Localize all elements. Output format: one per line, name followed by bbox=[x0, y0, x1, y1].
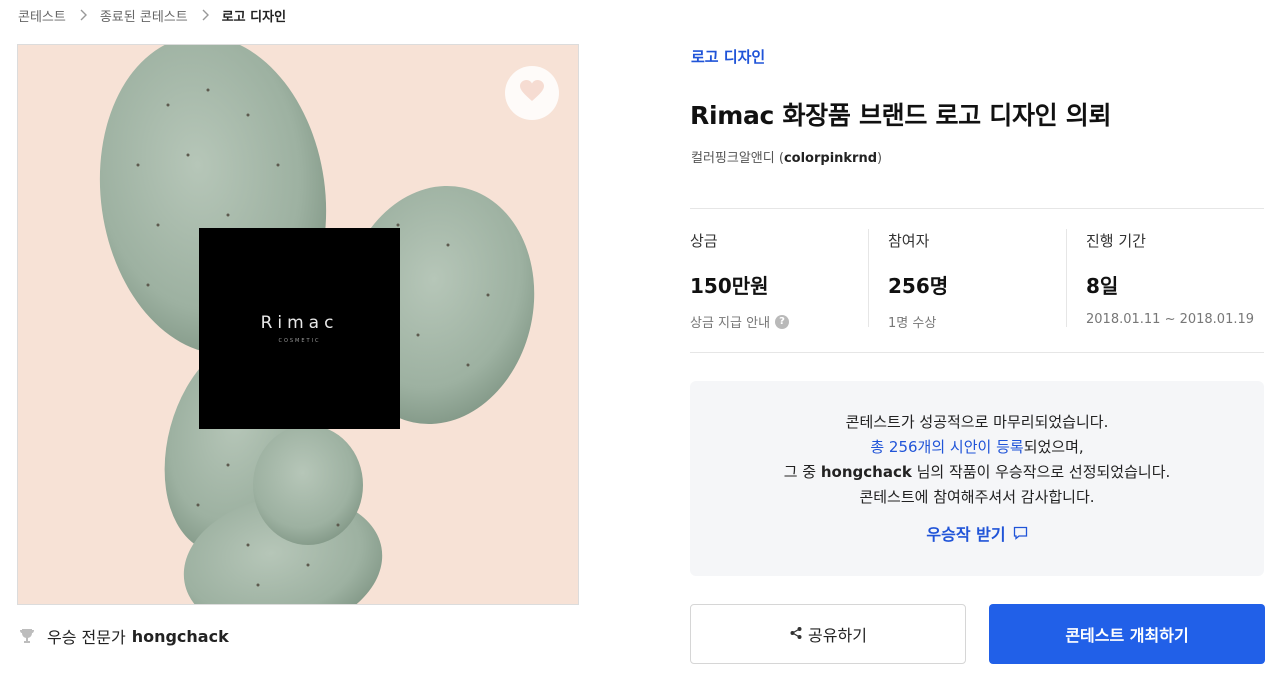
stat-sub-label: 1명 수상 bbox=[888, 316, 937, 331]
stat-value: 8일 bbox=[1086, 274, 1119, 298]
notice-line-2-rest: 되었으며, bbox=[1023, 438, 1084, 456]
entries-link[interactable]: 총 256개의 시안이 등록 bbox=[870, 438, 1023, 456]
breadcrumb: 콘테스트 종료된 콘테스트 로고 디자인 bbox=[18, 6, 286, 25]
notice-line-2: 총 256개의 시안이 등록되었으며, bbox=[690, 435, 1264, 460]
chevron-right-icon bbox=[66, 9, 100, 21]
stat-period: 진행 기간 8일 2018.01.11 ~ 2018.01.19 bbox=[1066, 209, 1264, 352]
host-contest-button[interactable]: 콘테스트 개최하기 bbox=[989, 604, 1265, 664]
stat-label: 상금 bbox=[690, 232, 718, 250]
winner-name[interactable]: hongchack bbox=[132, 627, 229, 646]
host-id-close: ) bbox=[877, 151, 883, 166]
stat-prize: 상금 150만원 상금 지급 안내 ? bbox=[690, 209, 868, 352]
winner-name-inline: hongchack bbox=[820, 463, 912, 481]
host-id: colorpinkrnd bbox=[783, 151, 878, 166]
trophy-icon bbox=[18, 627, 36, 645]
contest-result-notice: 콘테스트가 성공적으로 마무리되었습니다. 총 256개의 시안이 등록되었으며… bbox=[690, 381, 1264, 576]
share-button-label: 공유하기 bbox=[808, 626, 867, 645]
notice-line-3-pre: 그 중 bbox=[783, 463, 821, 481]
share-button[interactable]: 공유하기 bbox=[690, 604, 966, 664]
stat-value: 256명 bbox=[888, 274, 949, 298]
heart-icon bbox=[519, 79, 545, 107]
breadcrumb-item-current[interactable]: 로고 디자인 bbox=[222, 6, 286, 25]
host-name: 컬러핑크알앤디 bbox=[691, 151, 775, 166]
logo-subtitle: COSMETIC bbox=[278, 338, 321, 344]
host-id-open: ( bbox=[774, 151, 784, 166]
winner-line: 우승 전문가 hongchack bbox=[18, 625, 229, 647]
get-link-label: 우승작 받기 bbox=[926, 525, 1006, 544]
stat-participants: 참여자 256명 1명 수상 bbox=[868, 209, 1066, 352]
logo-wordmark: Rimac bbox=[260, 313, 339, 333]
contest-category[interactable]: 로고 디자인 bbox=[691, 46, 765, 67]
favorite-button[interactable] bbox=[505, 66, 559, 120]
contest-stats: 상금 150만원 상금 지급 안내 ? 참여자 256명 1명 수상 진행 기간… bbox=[690, 208, 1264, 353]
breadcrumb-item-contest[interactable]: 콘테스트 bbox=[18, 6, 66, 25]
stat-value: 150만원 bbox=[690, 274, 769, 298]
contest-title: Rimac 화장품 브랜드 로고 디자인 의뢰 bbox=[690, 101, 1112, 130]
winner-label: 우승 전문가 bbox=[47, 628, 126, 647]
get-winning-work-link[interactable]: 우승작 받기 bbox=[926, 522, 1027, 547]
notice-line-3: 그 중 hongchack 님의 작품이 우승작으로 선정되었습니다. bbox=[690, 460, 1264, 485]
stat-label: 진행 기간 bbox=[1086, 232, 1146, 250]
stat-sub-label: 상금 지급 안내 bbox=[690, 316, 771, 331]
share-icon bbox=[789, 625, 808, 644]
info-icon[interactable]: ? bbox=[775, 314, 790, 329]
prize-payment-info[interactable]: 상금 지급 안내 ? bbox=[690, 312, 868, 331]
notice-line-1: 콘테스트가 성공적으로 마무리되었습니다. bbox=[845, 413, 1109, 431]
contest-host: 컬러핑크알앤디 (colorpinkrnd) bbox=[691, 147, 882, 166]
rimac-logo: Rimac COSMETIC bbox=[199, 228, 400, 429]
notice-line-4: 콘테스트에 참여해주셔서 감사합니다. bbox=[859, 488, 1095, 506]
notice-line-3-post: 님의 작품이 우승작으로 선정되었습니다. bbox=[911, 463, 1171, 481]
breadcrumb-item-ended-contests[interactable]: 종료된 콘테스트 bbox=[100, 6, 188, 25]
contest-image: Rimac COSMETIC bbox=[17, 44, 579, 605]
comment-icon bbox=[1006, 522, 1028, 547]
chevron-right-icon bbox=[188, 9, 222, 21]
stat-label: 참여자 bbox=[888, 232, 930, 250]
stat-sub-label: 2018.01.11 ~ 2018.01.19 bbox=[1086, 312, 1255, 327]
